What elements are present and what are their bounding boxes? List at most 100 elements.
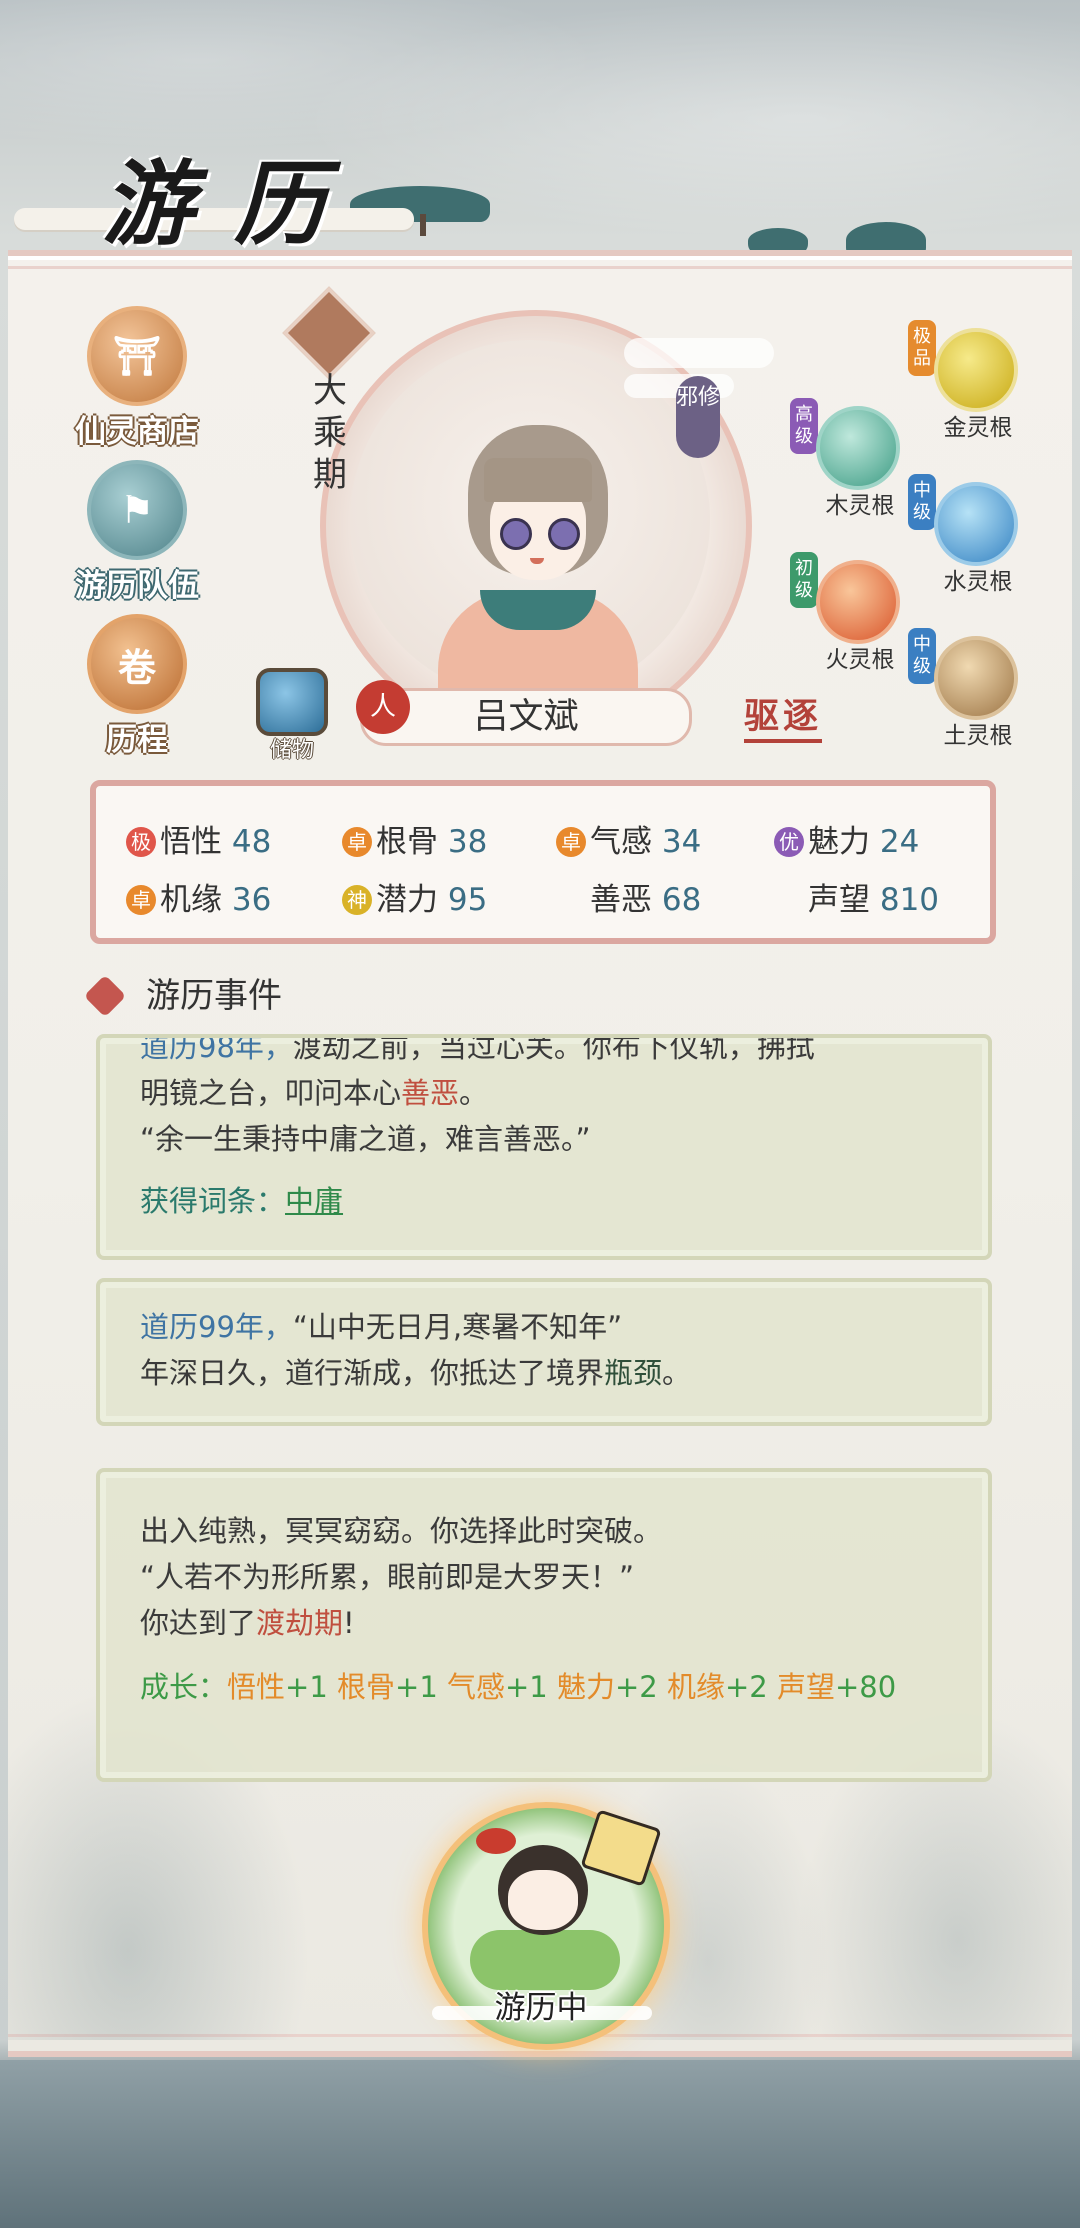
event-card: 道历99年，“山中无日月,寒暑不知年” 年深日久，道行渐成，你抵达了境界瓶颈。 [96, 1278, 992, 1426]
event-text: 明镜之台，叩问本心 [140, 1076, 402, 1110]
growth-stat: 气感 [446, 1670, 505, 1704]
grade-badge: 卓 [126, 885, 156, 915]
event-line: “余一生秉持中庸之道，难言善恶。” [140, 1122, 591, 1156]
stat-comprehension: 极悟性 48 [126, 816, 271, 861]
grade-badge: 极 [126, 827, 156, 857]
stat-morality: 善恶 68 [590, 874, 701, 919]
event-line: 明镜之台，叩问本心善恶。 [140, 1070, 948, 1116]
event-year: 道历99年， [140, 1310, 293, 1344]
event-text: 。 [662, 1356, 692, 1390]
event-text: ! [343, 1606, 355, 1640]
spirit-root-earth[interactable]: 中级 土灵根 [908, 628, 1028, 756]
growth-stat: 悟性 [227, 1670, 286, 1704]
event-keyword: 瓶颈 [604, 1356, 663, 1390]
event-keyword: 渡劫期 [256, 1606, 344, 1640]
water-root-icon [934, 482, 1018, 566]
character-bangs [484, 458, 592, 502]
event-year: 道历98年， [140, 1034, 293, 1064]
travel-status-label: 游历中 [494, 1990, 588, 2026]
spirit-root-name: 火灵根 [825, 647, 895, 673]
grade-badge: 神 [342, 885, 372, 915]
stat-fortune: 卓机缘 36 [126, 874, 271, 919]
event-line: 年深日久，道行渐成，你抵达了境界瓶颈。 [140, 1350, 948, 1396]
character-eye [500, 518, 532, 550]
grade-tag: 初级 [790, 552, 818, 608]
stat-value: 36 [231, 882, 272, 918]
spirit-root-name: 木灵根 [825, 493, 895, 519]
grade-badge: 优 [774, 827, 804, 857]
event-reward: 获得词条：中庸 [140, 1178, 948, 1224]
storage-chest-icon [256, 668, 328, 736]
reward-label: 获得词条： [140, 1184, 286, 1218]
growth-stat: 声望 [776, 1670, 835, 1704]
event-line: “人若不为形所累，眼前即是大罗天！” [140, 1560, 635, 1594]
fire-root-icon [816, 560, 900, 644]
stat-value: 34 [661, 824, 702, 860]
stat-reputation: 声望 810 [808, 874, 939, 919]
storage-button[interactable]: 储物 [252, 668, 332, 763]
realm-label: 大乘期 [313, 371, 347, 495]
trait-link[interactable]: 中庸 [285, 1184, 343, 1218]
stat-potential: 神潜力 95 [342, 874, 487, 919]
growth-stat: 魅力 [556, 1670, 615, 1704]
alignment-tag: 邪修 [676, 376, 720, 458]
sidebar-item-shop[interactable]: ⛩ 仙灵商店 [52, 306, 222, 451]
stat-label: 魅力 [808, 824, 870, 860]
growth-stat: 机缘 [666, 1670, 725, 1704]
diamond-icon [83, 974, 127, 1018]
spirit-root-fire[interactable]: 初级 火灵根 [790, 552, 910, 680]
spirit-root-name: 土灵根 [943, 723, 1013, 749]
grade-badge: 卓 [342, 827, 372, 857]
growth-delta: +1 [505, 1670, 548, 1704]
spirit-root-water[interactable]: 中级 水灵根 [908, 474, 1028, 602]
section-title-text: 游历事件 [146, 976, 282, 1016]
sidebar-item-history[interactable]: 卷 历程 [52, 614, 222, 759]
growth-label: 成长： [140, 1670, 228, 1704]
grade-tag: 中级 [908, 628, 936, 684]
stat-label: 根骨 [376, 824, 438, 860]
grade-tag: 中级 [908, 474, 936, 530]
team-icon: ⚑ [87, 460, 187, 560]
event-text: 年深日久，道行渐成，你抵达了境界 [140, 1356, 605, 1390]
spirit-root-name: 水灵根 [943, 569, 1013, 595]
traveler-robe [470, 1930, 620, 1990]
stat-value: 95 [447, 882, 488, 918]
storage-label: 储物 [269, 738, 314, 763]
event-line: 道历99年，“山中无日月,寒暑不知年” [140, 1304, 948, 1350]
shop-icon: ⛩ [87, 306, 187, 406]
stat-value: 48 [231, 824, 272, 860]
spirit-root-metal[interactable]: 极品 金灵根 [908, 320, 1028, 448]
grade-tag: 极品 [908, 320, 936, 376]
stat-value: 24 [879, 824, 920, 860]
growth-delta: +1 [395, 1670, 438, 1704]
event-text: 你达到了 [140, 1606, 257, 1640]
wood-root-icon [816, 406, 900, 490]
panel-border-top [8, 266, 1072, 273]
event-line: 出入纯熟，冥冥窈窈。你选择此时突破。 [140, 1514, 663, 1548]
character-eye [548, 518, 580, 550]
stat-bone: 卓根骨 38 [342, 816, 487, 861]
stat-label: 善恶 [590, 882, 652, 918]
bottom-mountains [0, 2060, 1080, 2228]
event-card: 道历98年，渡劫之前，当过心关。你布下仪轨，拂拭 明镜之台，叩问本心善恶。 “余… [96, 1034, 992, 1260]
metal-root-icon [934, 328, 1018, 412]
sidebar-item-label: 历程 [106, 722, 168, 758]
growth-delta: +2 [724, 1670, 768, 1704]
event-card: 出入纯熟，冥冥窈窈。你选择此时突破。 “人若不为形所累，眼前即是大罗天！” 你达… [96, 1468, 992, 1782]
event-text: “山中无日月,寒暑不知年” [292, 1310, 623, 1344]
stat-label: 潜力 [376, 882, 438, 918]
spirit-root-wood[interactable]: 高级 木灵根 [790, 398, 910, 526]
page-header: 游历 [10, 130, 430, 260]
sidebar-item-label: 游历队伍 [75, 568, 199, 604]
character-name[interactable]: 吕文斌 [360, 688, 692, 746]
growth-delta: +2 [614, 1670, 658, 1704]
stat-label: 声望 [808, 882, 870, 918]
attribute-panel: 极悟性 48 卓根骨 38 卓气感 34 优魅力 24 卓机缘 36 神潜力 9… [90, 780, 996, 944]
sidebar-item-team[interactable]: ⚑ 游历队伍 [52, 460, 222, 605]
expel-button[interactable]: 驱逐 [744, 688, 823, 743]
growth-line: 成长：悟性+1 根骨+1 气感+1 魅力+2 机缘+2 声望+80 [140, 1664, 948, 1710]
scroll-icon: 卷 [87, 614, 187, 714]
grade-tag: 高级 [790, 398, 818, 454]
traveler-face [508, 1870, 578, 1930]
stat-value: 68 [661, 882, 702, 918]
